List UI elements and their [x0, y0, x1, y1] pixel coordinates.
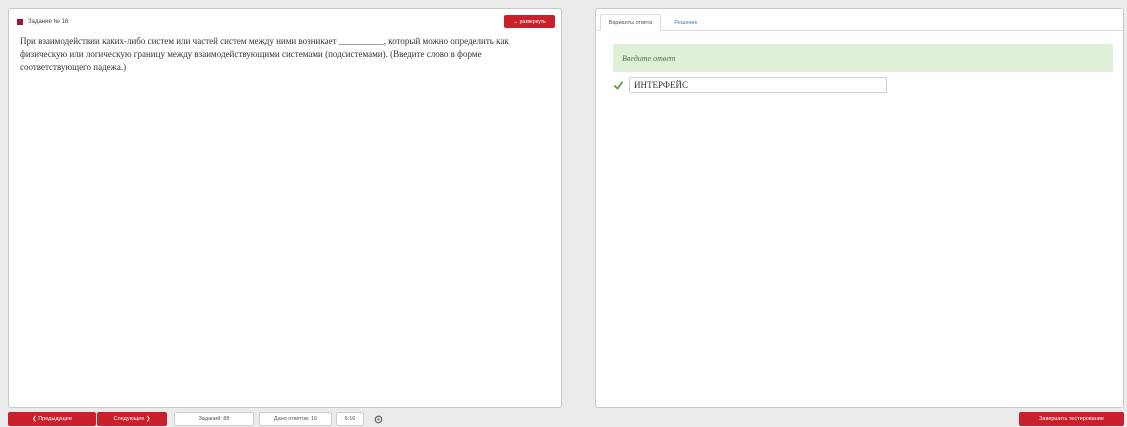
task-title: Задание № 16 [28, 19, 69, 25]
gear-icon [374, 415, 382, 423]
tasks-count: Заданий: 88 [174, 412, 254, 426]
answer-row: ИНТЕРФЕЙС [614, 77, 887, 93]
task-panel: Задание № 16 ↔ развернуть При взаимодейс… [8, 8, 562, 408]
settings-button[interactable] [370, 412, 386, 426]
answer-hint: Введите ответ [613, 44, 1113, 72]
expand-button[interactable]: ↔ развернуть [504, 15, 555, 28]
task-header: Задание № 16 ↔ развернуть [17, 15, 557, 29]
answered-count: Дано ответов: 16 [259, 412, 332, 426]
check-icon [614, 80, 623, 90]
answer-panel: Варианты ответа Решение Введите ответ ИН… [595, 8, 1124, 408]
question-text: При взаимодействии каких-либо систем или… [20, 36, 509, 72]
timer: 6:16 [336, 412, 364, 426]
answer-tabs: Варианты ответа Решение [596, 9, 1123, 31]
task-marker-icon [17, 19, 23, 25]
tab-answer-options[interactable]: Варианты ответа [600, 14, 661, 31]
answer-input[interactable]: ИНТЕРФЕЙС [629, 77, 887, 93]
next-button[interactable]: Следующее ❯ [97, 412, 167, 426]
tab-solution[interactable]: Решение [666, 14, 706, 31]
finish-test-button[interactable]: Завершить тестирование [1019, 412, 1124, 426]
previous-button[interactable]: ❮ Предыдущее [8, 412, 96, 426]
footer-bar: ❮ Предыдущее Следующее ❯ Заданий: 88 Дан… [0, 411, 1127, 427]
